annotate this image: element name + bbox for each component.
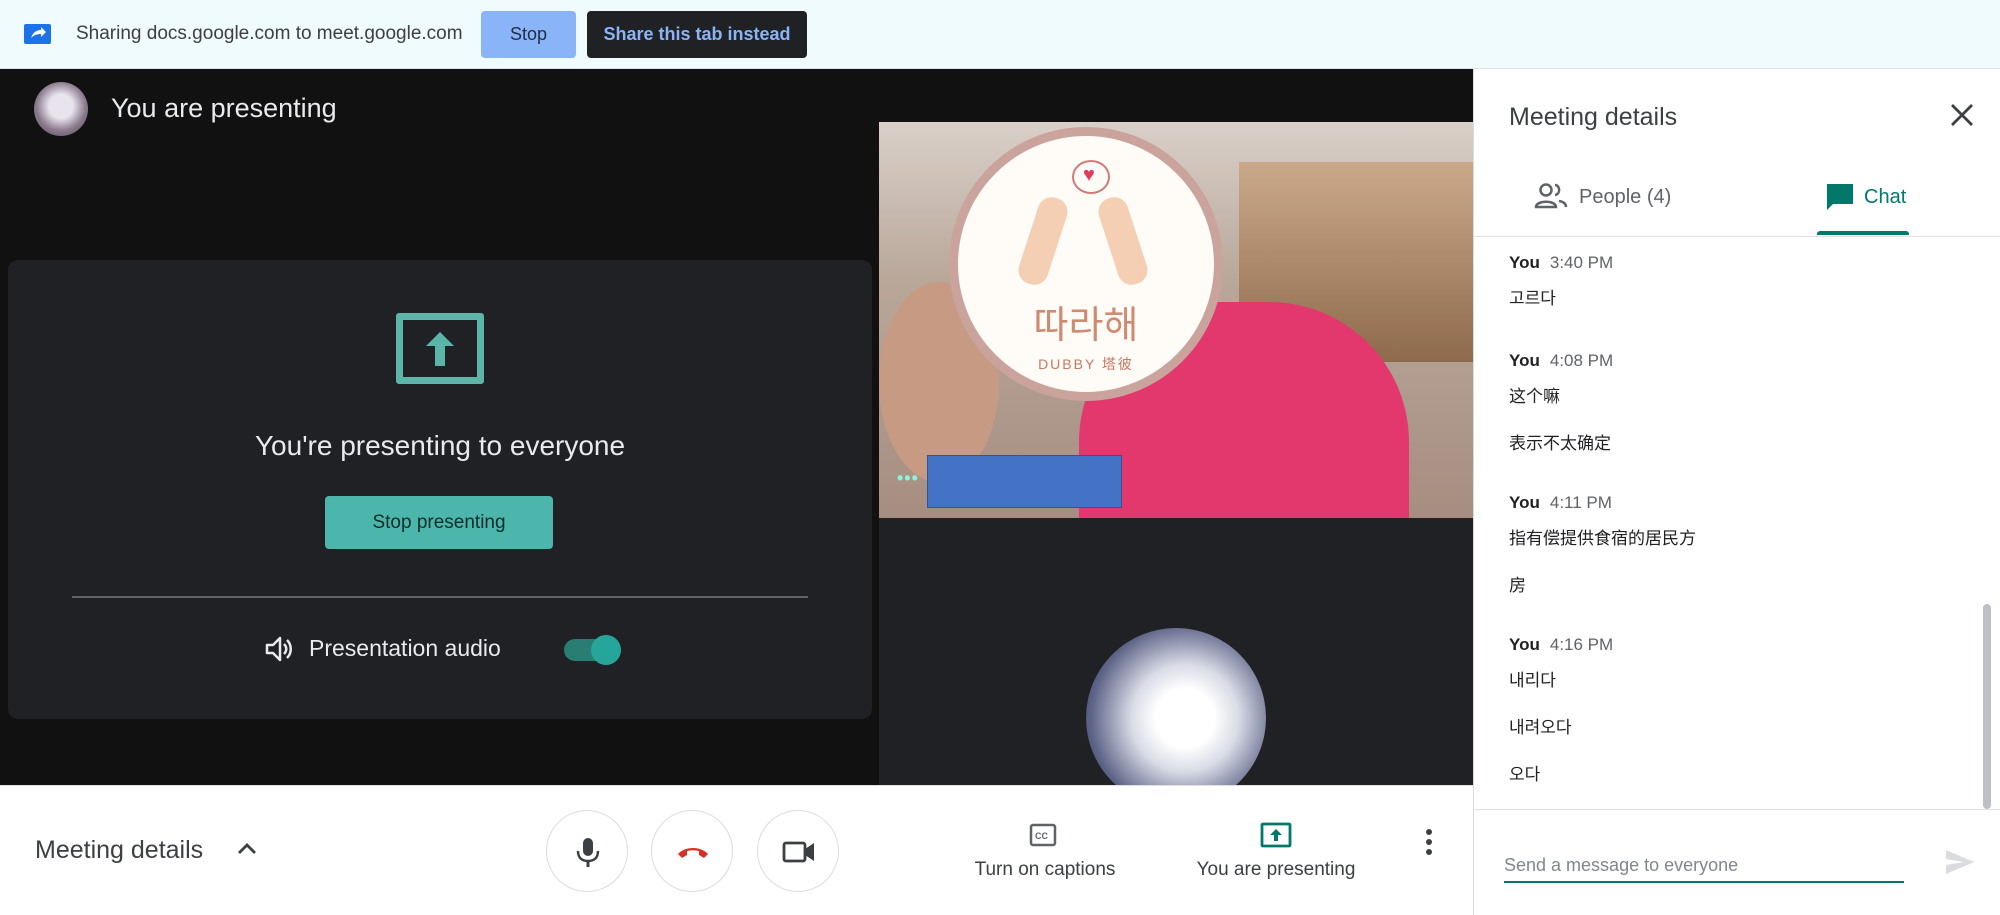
meeting-details-panel: Meeting details People (4) Chat You 3:40 …: [1473, 69, 2000, 915]
meeting-stage: You are presenting You're presenting to …: [0, 69, 1473, 808]
message-text: 내리다: [1509, 671, 1556, 690]
sticker-latin-text: DUBBY 塔彼: [1038, 356, 1134, 372]
presenting-heading: You're presenting to everyone: [254, 430, 626, 461]
message-text: 오다: [1509, 765, 1541, 784]
chat-message: You 4:08 PM 这个嘛 表示不太确定: [1509, 351, 1959, 454]
participant-name-redacted: [927, 455, 1122, 508]
stop-presenting-button[interactable]: Stop presenting: [325, 496, 553, 549]
microphone-button[interactable]: [546, 810, 628, 892]
turn-on-captions-button[interactable]: Turn on captions: [962, 859, 1128, 881]
chat-message: You 3:40 PM 고르다: [1509, 253, 1959, 309]
presentation-audio-label: Presentation audio: [309, 635, 501, 661]
message-sender: You: [1509, 351, 1540, 370]
panel-title: Meeting details: [1509, 103, 1678, 131]
leave-call-button[interactable]: [651, 810, 733, 892]
card-divider: [72, 596, 808, 598]
tab-chat[interactable]: Chat: [1817, 181, 1922, 235]
close-icon[interactable]: [1949, 102, 1975, 133]
message-text: 这个嘛: [1509, 387, 1560, 406]
panel-divider: [1474, 236, 2000, 237]
participant-avatar-tile[interactable]: [879, 518, 1473, 808]
more-options-dots-icon[interactable]: •••: [897, 468, 919, 489]
chat-message: You 4:16 PM 내리다 내려오다 오다: [1509, 635, 1959, 785]
sticker-korean-text: 따라해: [1033, 305, 1139, 347]
tab-people-label: People (4): [1579, 186, 1672, 208]
message-sender: You: [1509, 253, 1540, 272]
dubby-sticker-logo: 따라해 DUBBY 塔彼: [949, 127, 1223, 401]
message-text: 表示不太确定: [1509, 434, 1611, 453]
you-are-presenting-button[interactable]: You are presenting: [1184, 859, 1368, 881]
sharing-bar: Sharing docs.google.com to meet.google.c…: [0, 0, 2000, 69]
message-text: 고르다: [1509, 289, 1556, 308]
present-screen-icon[interactable]: [1260, 822, 1292, 853]
message-sender: You: [1509, 493, 1540, 512]
meeting-details-toggle[interactable]: Meeting details: [35, 836, 203, 865]
camera-button[interactable]: [757, 810, 839, 892]
composer-divider: [1474, 809, 2000, 810]
svg-text:CC: CC: [1035, 831, 1048, 841]
message-time: 4:16 PM: [1549, 635, 1614, 654]
sticker-character-right: [1094, 193, 1152, 289]
stop-sharing-button[interactable]: Stop: [481, 11, 576, 58]
message-time: 3:40 PM: [1549, 253, 1614, 272]
presenter-avatar: [34, 82, 88, 136]
active-tab-indicator: [1817, 231, 1909, 235]
participant-video-tile[interactable]: 따라해 DUBBY 塔彼 •••: [879, 122, 1473, 518]
tab-chat-label: Chat: [1864, 186, 1907, 208]
message-time: 4:08 PM: [1549, 351, 1614, 370]
send-icon[interactable]: [1944, 847, 1976, 882]
message-sender: You: [1509, 635, 1540, 654]
message-text: 내려오다: [1509, 718, 1572, 737]
presenting-card: You're presenting to everyone Stop prese…: [8, 260, 872, 719]
sharing-status-text: Sharing docs.google.com to meet.google.c…: [76, 23, 463, 44]
more-options-icon[interactable]: [1420, 827, 1438, 862]
message-time: 4:11 PM: [1549, 493, 1612, 512]
chat-message-input[interactable]: [1504, 849, 1904, 883]
message-text: 指有偿提供食宿的居民方: [1509, 529, 1696, 548]
chevron-up-icon[interactable]: [236, 838, 258, 865]
screen-share-icon: [24, 24, 51, 44]
message-text: 房: [1509, 576, 1526, 595]
tab-people[interactable]: People (4): [1534, 181, 1714, 235]
heart-icon: [1072, 160, 1110, 194]
chat-bubble-icon: [1827, 184, 1853, 210]
closed-captions-icon[interactable]: CC: [1029, 823, 1057, 852]
presentation-audio-toggle[interactable]: [564, 635, 621, 665]
present-screen-icon: [396, 313, 484, 384]
bottom-control-bar: Meeting details CC Turn on captions You …: [0, 785, 1473, 915]
chat-scrollbar[interactable]: [1983, 604, 1991, 809]
participant-avatar: [1086, 628, 1266, 808]
people-icon: [1534, 183, 1568, 209]
sticker-character-left: [1014, 193, 1072, 289]
chat-message: You 4:11 PM 指有偿提供食宿的居民方 房: [1509, 493, 1959, 596]
stage-title: You are presenting: [111, 93, 337, 123]
toggle-knob: [591, 635, 621, 665]
share-this-tab-button[interactable]: Share this tab instead: [587, 11, 807, 58]
speaker-icon: [264, 634, 294, 669]
